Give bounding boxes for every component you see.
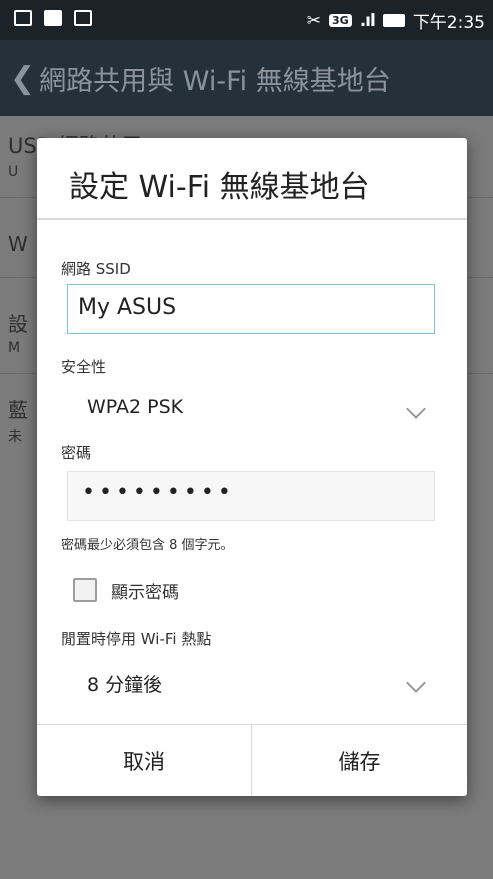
save-button[interactable]: 儲存 [252,725,467,796]
image-notification-icon [14,10,32,26]
security-label: 安全性 [61,358,107,376]
show-password-checkbox[interactable] [73,578,97,602]
password-label: 密碼 [61,444,92,462]
show-password-label: 顯示密碼 [111,582,179,603]
network-type-badge: 3G [329,14,352,27]
list-item-subtitle: U [8,164,19,180]
notification-icons [14,10,92,26]
sd-card-icon [44,10,62,26]
idle-timeout-label: 閒置時停用 Wi-Fi 熱點 [61,630,212,648]
idle-timeout-select[interactable]: 8 分鐘後 [67,662,435,702]
password-input[interactable]: ••••••••• [67,471,435,521]
list-item-title: 設 [8,312,28,336]
system-status: ✂ 3G .ıl 下午2:35 [306,8,485,34]
show-password-row[interactable]: 顯示密碼 [73,575,179,605]
status-bar: ✂ 3G .ıl 下午2:35 [0,0,493,40]
list-item-title: 藍 [8,398,28,422]
security-select[interactable]: WPA2 PSK [67,388,435,428]
security-value: WPA2 PSK [87,396,184,418]
battery-icon [382,14,405,27]
clock: 下午2:35 [412,13,485,33]
back-arrow-icon[interactable]: ❮ [10,61,35,96]
idle-timeout-value: 8 分鐘後 [87,674,163,696]
ssid-input[interactable]: My ASUS [67,284,435,334]
app-bar: ❮ 網路共用與 Wi-Fi 無線基地台 [0,40,493,116]
title-divider [37,218,467,220]
wifi-hotspot-dialog: 設定 Wi-Fi 無線基地台 網路 SSID My ASUS 安全性 WPA2 … [37,138,467,796]
page-title: 網路共用與 Wi-Fi 無線基地台 [39,65,391,97]
list-item-subtitle: 未 [8,429,22,445]
download-done-icon [74,10,92,26]
password-hint: 密碼最少必須包含 8 個字元。 [61,538,234,553]
chevron-down-icon [406,399,426,419]
cancel-button[interactable]: 取消 [37,725,251,796]
list-item-subtitle: M [8,340,21,356]
no-data-icon: ✂ [306,10,321,31]
list-item-title: W [8,232,28,256]
ssid-label: 網路 SSID [61,260,131,278]
chevron-down-icon [406,673,426,693]
signal-strength-icon: .ıl [359,10,376,31]
dialog-title: 設定 Wi-Fi 無線基地台 [69,170,370,205]
